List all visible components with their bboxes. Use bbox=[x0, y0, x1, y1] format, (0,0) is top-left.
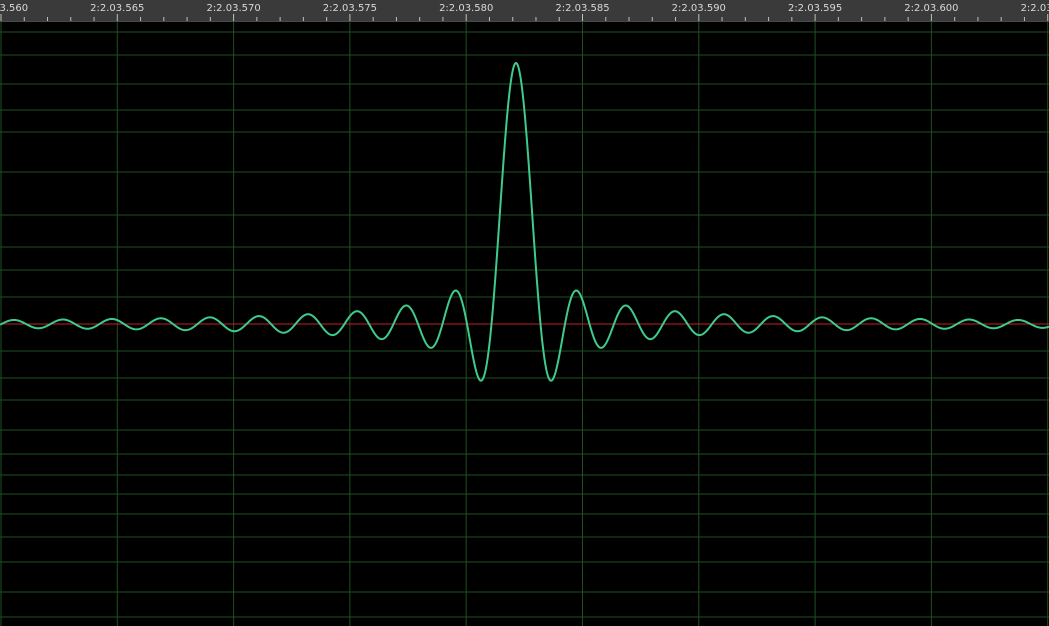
time-tick-label: 2:2.03.560 bbox=[0, 3, 28, 14]
waveform-trace bbox=[0, 62, 1049, 382]
time-tick-label: 2:2.03.600 bbox=[904, 3, 958, 14]
time-tick-label: 2:2.03.595 bbox=[788, 3, 842, 14]
waveform-editor: 2:2.03.560 2:2.03.565 2:2.03.570 2:2.03.575… bbox=[0, 0, 1049, 626]
time-tick-label: 2:2.03.575 bbox=[323, 3, 377, 14]
time-tick-label: 2:2.03.570 bbox=[206, 3, 260, 14]
time-ruler[interactable]: 2:2.03.560 2:2.03.565 2:2.03.570 2:2.03.575… bbox=[0, 0, 1049, 22]
time-tick-label: 2:2.03.580 bbox=[439, 3, 493, 14]
time-ruler-svg: 2:2.03.560 2:2.03.565 2:2.03.570 2:2.03.575… bbox=[0, 3, 1049, 21]
time-tick-label: 2:2.03.565 bbox=[90, 3, 144, 14]
waveform-svg bbox=[0, 22, 1049, 626]
time-tick-label: 2:2.03.585 bbox=[555, 3, 609, 14]
time-tick-label: 2:2.03.605 bbox=[1021, 3, 1049, 14]
waveform-view[interactable] bbox=[0, 22, 1049, 626]
time-tick-label: 2:2.03.590 bbox=[672, 3, 726, 14]
